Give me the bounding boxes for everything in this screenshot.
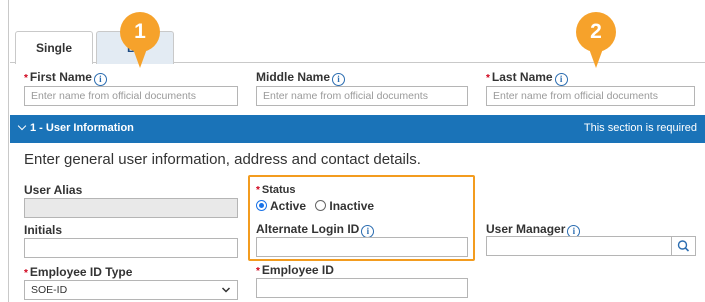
employee-id-type-label: * Employee ID Type [24,265,133,279]
tab-single[interactable]: Single [15,31,93,64]
user-alias-label: User Alias [24,183,83,197]
section-header-user-information[interactable]: 1 - User Information This section is req… [10,115,705,143]
alternate-login-id-label: Alternate Login ID i [256,222,375,238]
employee-id-input[interactable] [256,278,468,298]
employee-id-type-value: SOE-ID [31,284,68,296]
last-name-label: * Last Name i [486,70,568,86]
middle-name-input[interactable]: Enter name from official documents [256,86,468,106]
radio-unselected-icon[interactable] [315,200,327,211]
section-description: Enter general user information, address … [24,151,421,168]
required-marker: * [24,73,28,84]
required-marker: * [256,185,260,196]
user-manager-search-button[interactable] [671,236,696,256]
radio-selected-icon[interactable] [256,200,267,211]
first-name-label: * First Name i [24,70,107,86]
caret-down-icon [221,284,231,299]
info-icon[interactable]: i [332,73,346,86]
callout-badge-1: 1 [120,12,160,52]
first-name-input[interactable]: Enter name from official documents [24,86,238,106]
info-icon[interactable]: i [554,73,568,86]
initials-label: Initials [24,223,63,237]
last-name-input[interactable]: Enter name from official documents [486,86,695,106]
status-inactive-option[interactable]: Inactive [315,199,374,213]
chevron-down-icon [17,121,27,131]
middle-name-label: Middle Name i [256,70,346,86]
employee-id-type-select[interactable]: SOE-ID [24,280,238,300]
required-marker: * [24,268,28,279]
status-label: * Status [256,184,296,196]
alternate-login-id-input[interactable] [256,237,468,257]
search-icon [677,240,690,252]
status-active-option[interactable]: Active [256,199,306,213]
callout-badge-2: 2 [576,12,616,52]
user-alias-input [24,198,238,218]
status-radio-group: Active Inactive [256,199,374,213]
required-marker: * [256,266,260,277]
section-required-note: This section is required [583,122,697,134]
section-title: 1 - User Information [30,122,134,134]
info-icon[interactable]: i [93,73,107,86]
initials-input[interactable] [24,238,238,258]
required-marker: * [486,73,490,84]
user-manager-input[interactable] [486,236,672,256]
employee-id-label: * Employee ID [256,263,334,277]
